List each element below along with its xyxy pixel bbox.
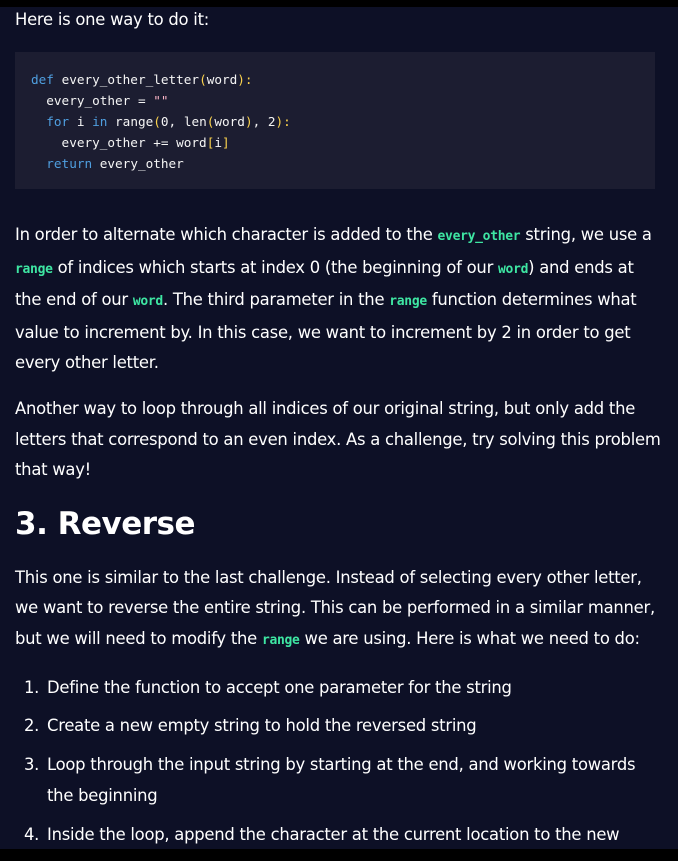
inline-code: range [15, 261, 53, 277]
list-item: 3. Loop through the input string by start… [15, 750, 663, 811]
code-token: ): [275, 114, 291, 129]
code-line: for i in range(0, len(word), 2): [31, 111, 655, 132]
list-item-text: Create a new empty string to hold the re… [47, 716, 477, 736]
intro-text: Here is one way to do it: [15, 10, 210, 29]
code-token: every_other = [31, 93, 154, 108]
list-item: 4. Inside the loop, append the character … [15, 820, 663, 851]
code-token: every_other += word [31, 135, 207, 150]
code-block[interactable]: def every_other_letter(word): every_othe… [15, 52, 655, 189]
code-token: every_other [99, 156, 184, 171]
code-token: for [46, 114, 77, 129]
inline-code: every_other [437, 229, 521, 244]
code-token: ( [199, 72, 207, 87]
list-item-text: Define the function to accept one parame… [47, 677, 512, 697]
code-token: i [76, 114, 93, 129]
code-line: def every_other_letter(word): [31, 69, 655, 90]
list-item-number: 1. [24, 677, 40, 697]
inline-code: word [132, 294, 163, 310]
list-item-number: 2. [24, 716, 40, 736]
text-segment: In order to alternate which character is… [15, 225, 438, 244]
article-content: Here is one way to do it: def every_othe… [15, 7, 663, 859]
list-item: 2. Create a new empty string to hold the … [15, 711, 663, 742]
code-token: len [183, 114, 207, 129]
code-token: word [206, 72, 238, 87]
code-line: return every_other [31, 153, 655, 174]
list-item-text: Inside the loop, append the character at… [47, 824, 620, 844]
list-item: 1. Define the function to accept one para… [15, 673, 663, 704]
code-token: , [168, 114, 184, 129]
text-segment: we are using. Here is what we need to do… [299, 628, 640, 648]
text-segment: string, we use a [520, 225, 652, 244]
top-edge-bar [0, 0, 678, 7]
inline-code: word [498, 261, 529, 277]
code-token: 0 [160, 114, 169, 129]
code-line: every_other += word[i] [31, 132, 655, 153]
code-token: "" [153, 93, 169, 108]
inline-code: range [261, 632, 300, 648]
code-token: ) [244, 114, 253, 129]
code-token: ): [237, 72, 253, 87]
inline-code: range [389, 294, 427, 310]
paragraph-reverse-intro: This one is similar to the last challeng… [15, 563, 663, 657]
code-token: ] [221, 135, 230, 150]
code-token: range [115, 114, 154, 129]
code-token: , 2 [252, 114, 276, 129]
text-segment: . The third parameter in the [162, 290, 390, 310]
code-token: every_other_letter [61, 72, 200, 87]
code-token: i [214, 135, 222, 150]
paragraph-range-explanation: In order to alternate which character is… [15, 220, 663, 379]
list-item-number: 3. [24, 755, 40, 775]
section-heading-reverse: 3. Reverse [15, 505, 196, 542]
code-token: return [46, 156, 100, 171]
code-token: word [214, 114, 245, 129]
code-token: def [31, 72, 62, 87]
bottom-edge-bar [0, 849, 678, 861]
code-token: in [92, 114, 116, 129]
code-token: ( [153, 114, 161, 129]
list-item-number: 4. [24, 824, 40, 844]
code-line: every_other = "" [31, 90, 655, 111]
list-item-text: Loop through the input string by startin… [47, 755, 636, 805]
paragraph-challenge: Another way to loop through all indices … [15, 398, 661, 480]
steps-list: 1. Define the function to accept one para… [15, 673, 663, 851]
text-segment: of indices which starts at index 0 (the … [52, 257, 499, 277]
